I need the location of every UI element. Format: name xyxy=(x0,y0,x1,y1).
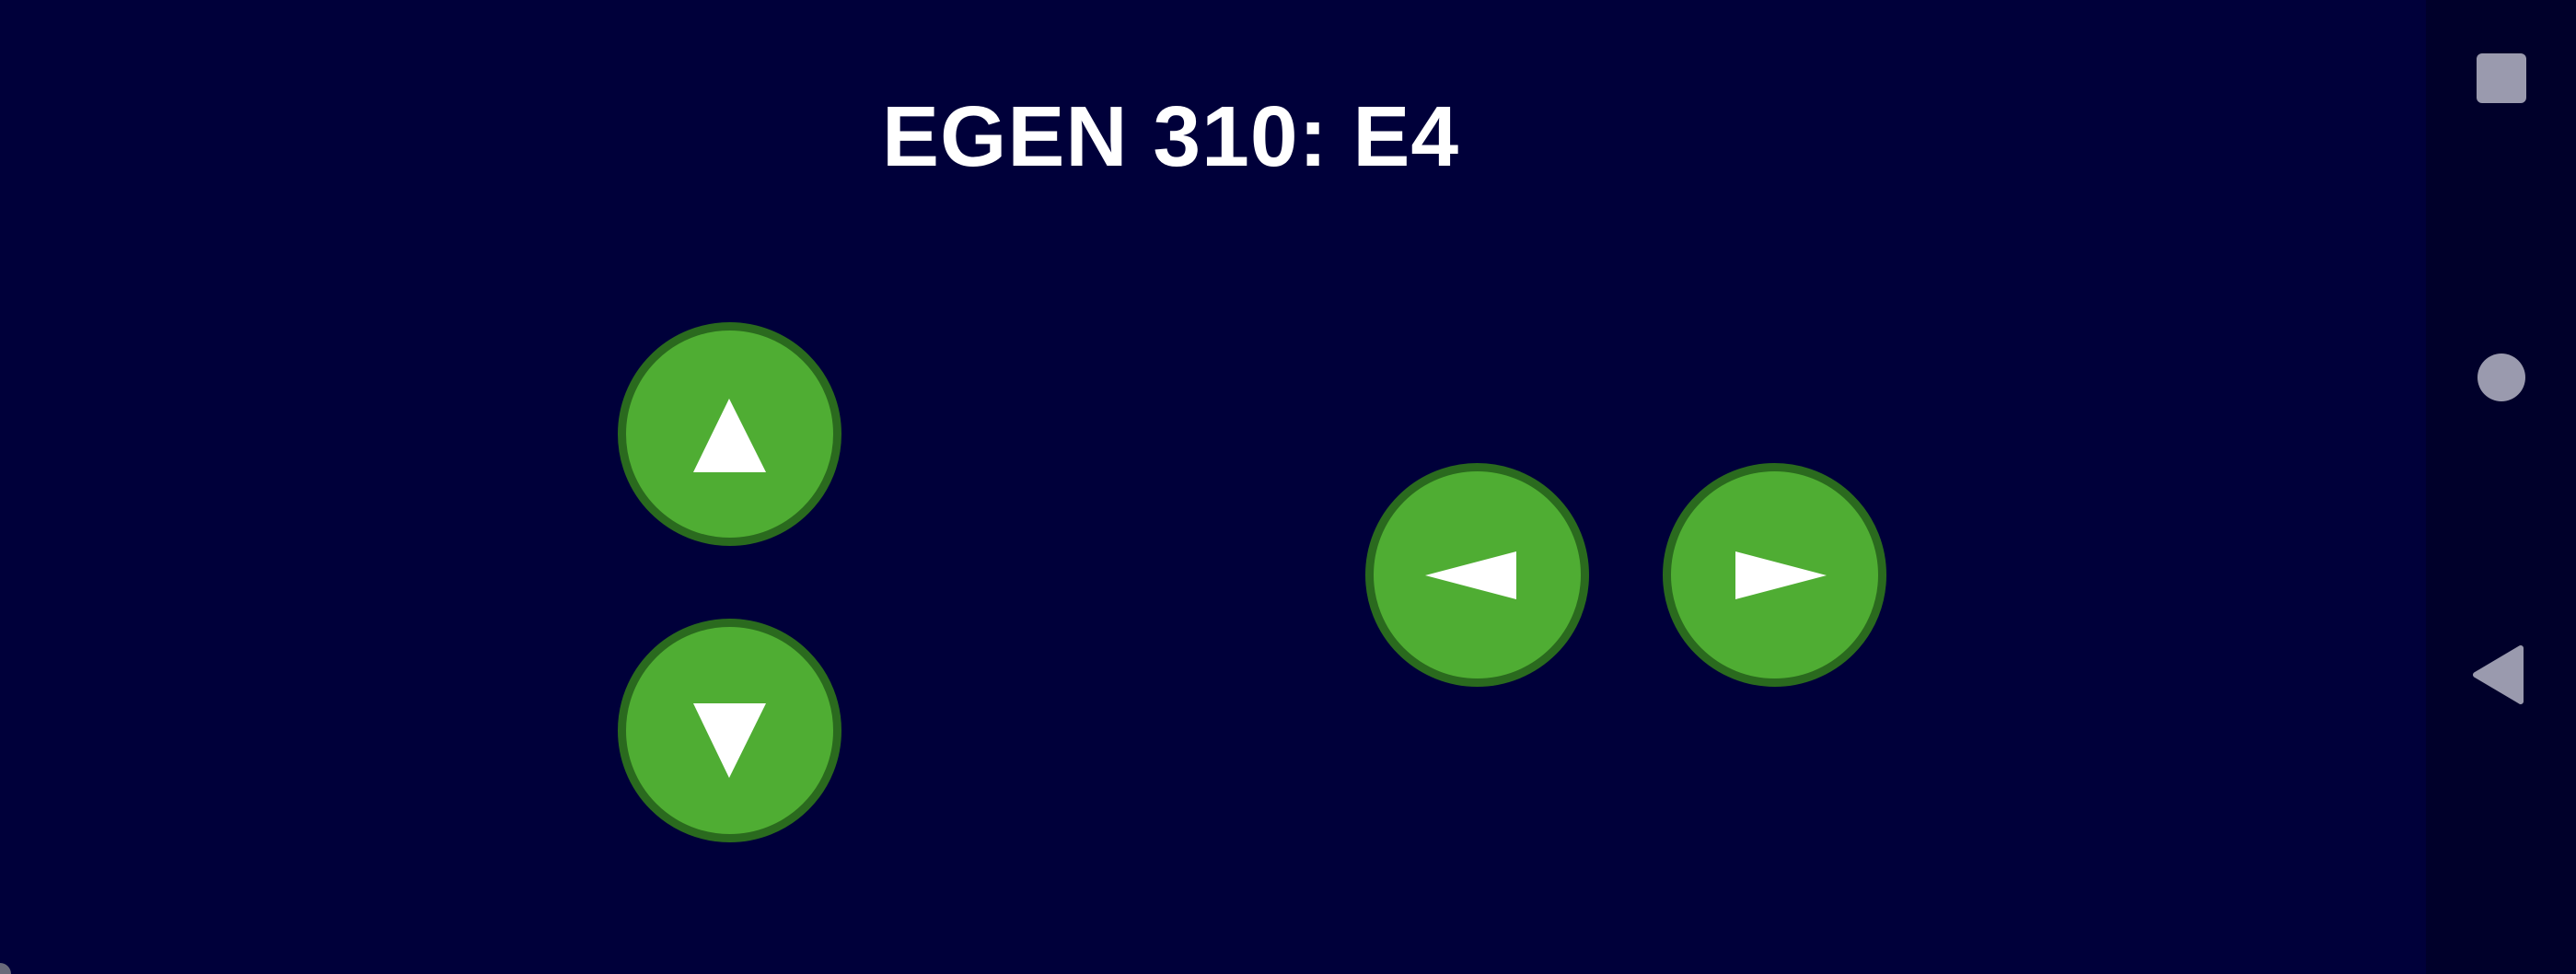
back-button[interactable] xyxy=(2426,624,2576,725)
system-navigation-bar xyxy=(2426,0,2576,974)
app-screen: EGEN 310: E4 xyxy=(0,0,2576,974)
arrow-down-icon xyxy=(693,703,766,778)
home-button[interactable] xyxy=(2426,327,2576,428)
square-icon xyxy=(2477,53,2526,103)
forward-button[interactable] xyxy=(618,322,841,546)
turn-left-button[interactable] xyxy=(1365,463,1589,687)
arrow-up-icon xyxy=(693,399,766,472)
backward-button[interactable] xyxy=(618,619,841,842)
page-title: EGEN 310: E4 xyxy=(882,88,1460,184)
controller-area: EGEN 310: E4 xyxy=(0,0,2426,974)
triangle-back-icon xyxy=(2473,645,2524,704)
turn-right-button[interactable] xyxy=(1663,463,1886,687)
recents-button[interactable] xyxy=(2426,28,2576,129)
arrow-left-icon xyxy=(1425,551,1516,599)
circle-icon xyxy=(2477,354,2525,401)
arrow-right-icon xyxy=(1735,551,1827,599)
